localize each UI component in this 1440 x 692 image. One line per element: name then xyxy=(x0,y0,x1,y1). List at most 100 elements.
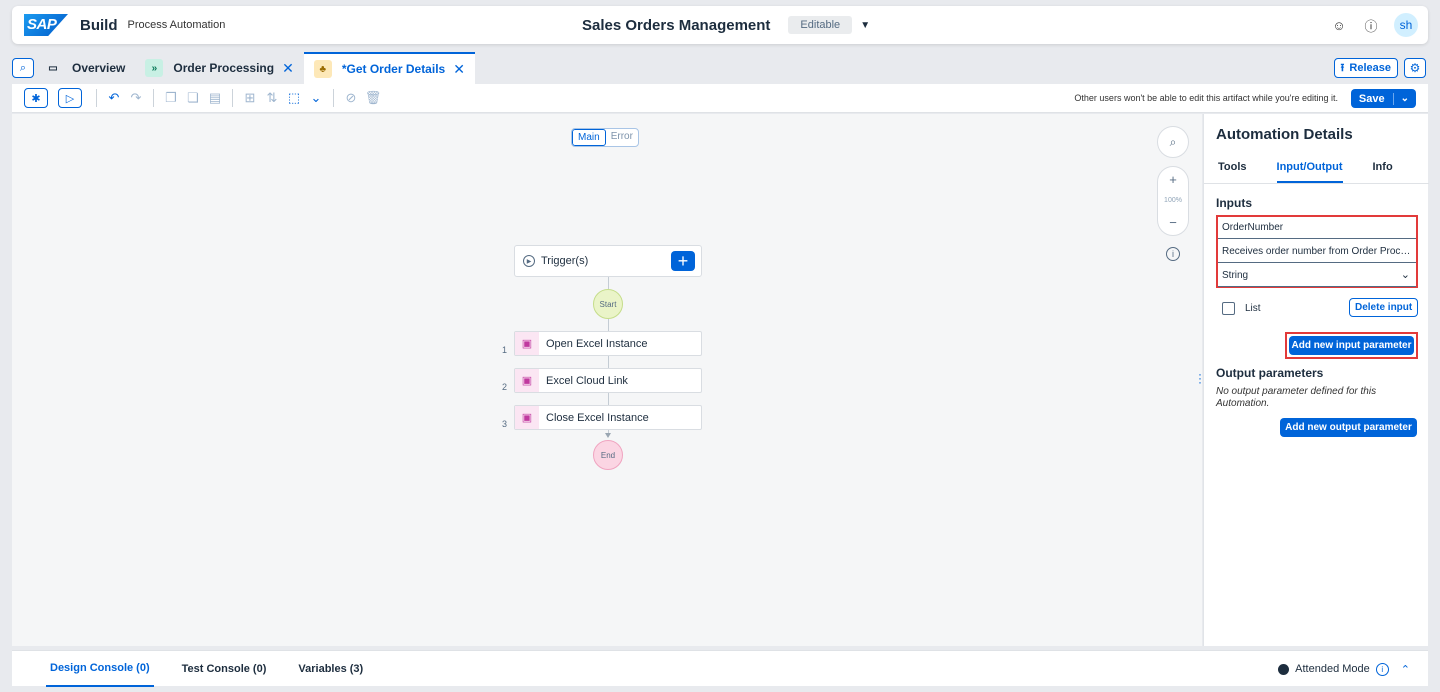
zoom-control: + 100% − xyxy=(1157,166,1189,236)
tab-order-processing[interactable]: » Order Processing ✕ xyxy=(135,52,303,84)
mode-main[interactable]: Main xyxy=(572,129,606,146)
tab-variables[interactable]: Variables (3) xyxy=(294,651,367,687)
chevron-down-icon[interactable]: ⌄ xyxy=(1394,93,1416,104)
redo-icon[interactable]: ↷ xyxy=(125,88,147,108)
clipboard-icon: ▣ xyxy=(515,406,539,429)
mode-error[interactable]: Error xyxy=(606,129,638,146)
step-excel-cloud-link[interactable]: ▣ Excel Cloud Link xyxy=(514,368,702,393)
shell-actions: ☺ ⓘ sh xyxy=(1330,6,1418,44)
canvas-search-button[interactable]: ⌕ xyxy=(1157,126,1189,158)
tab-tools[interactable]: Tools xyxy=(1218,154,1247,183)
trigger-node[interactable]: ▶ Trigger(s) + xyxy=(514,245,702,277)
artifact-tab-bar: ⌕ ▭ Overview » Order Processing ✕ ♣ *Get… xyxy=(12,52,1428,84)
divider xyxy=(153,89,154,107)
release-button[interactable]: ⭱ Release xyxy=(1333,58,1398,78)
sap-logo[interactable]: SAP xyxy=(24,14,68,36)
type-value: String xyxy=(1222,270,1249,281)
play-icon: ▷ xyxy=(65,92,75,105)
joule-assistant-icon[interactable]: ☺ xyxy=(1330,16,1348,34)
folder-icon: ▭ xyxy=(48,62,58,74)
run-button[interactable]: ▷ xyxy=(58,88,82,108)
list-checkbox-row: List xyxy=(1222,302,1261,315)
clipboard-icon: ▣ xyxy=(515,332,539,355)
brand-name: Build xyxy=(80,16,118,34)
tab-get-order-details[interactable]: ♣ *Get Order Details ✕ xyxy=(303,52,475,84)
close-icon[interactable]: ✕ xyxy=(282,60,294,77)
process-icon: » xyxy=(145,59,164,77)
duplicate-icon[interactable]: ❏ xyxy=(182,88,204,108)
select-area-icon[interactable]: ⬚ xyxy=(283,88,305,108)
search-icon: ⌕ xyxy=(1169,134,1177,149)
attended-mode: Attended Mode i ⌃ xyxy=(1278,651,1410,687)
connector xyxy=(608,319,609,331)
help-icon[interactable]: ⓘ xyxy=(1362,16,1380,34)
step-label: Close Excel Instance xyxy=(546,411,649,424)
tab-overview[interactable]: ▭ Overview xyxy=(34,52,135,84)
tab-design-console[interactable]: Design Console (0) xyxy=(46,651,154,687)
project-menu-caret-icon[interactable]: ▼ xyxy=(860,20,870,31)
input-description-field[interactable]: Receives order number from Order Process… xyxy=(1218,241,1416,263)
tab-input-output[interactable]: Input/Output xyxy=(1276,154,1343,183)
tab-label: Order Processing xyxy=(173,61,275,75)
flow-mode-switch: Main Error xyxy=(571,128,639,147)
step-number: 3 xyxy=(502,419,508,429)
undo-icon[interactable]: ↶ xyxy=(103,88,125,108)
add-trigger-button[interactable]: + xyxy=(671,251,695,271)
connector xyxy=(608,393,609,405)
trigger-label: Trigger(s) xyxy=(541,255,589,267)
tab-label: Overview xyxy=(72,61,126,75)
debug-button[interactable]: ✱ xyxy=(24,88,48,108)
add-group-icon[interactable]: ⊞ xyxy=(239,88,261,108)
inputs-heading: Inputs xyxy=(1216,196,1252,210)
panel-title: Automation Details xyxy=(1216,126,1353,143)
chevron-down-icon[interactable]: ⌄ xyxy=(305,88,327,108)
release-label: Release xyxy=(1349,62,1391,74)
product-name: Process Automation xyxy=(127,19,226,31)
avatar[interactable]: sh xyxy=(1394,13,1418,37)
copy-icon[interactable]: ❐ xyxy=(160,88,182,108)
delete-icon[interactable]: 🗑 xyxy=(362,88,384,108)
project-header: Sales Orders Management Editable ▼ xyxy=(582,6,870,44)
upload-icon: ⭱ xyxy=(1340,61,1345,74)
attended-label: Attended Mode xyxy=(1295,663,1370,675)
close-icon[interactable]: ✕ xyxy=(453,61,465,78)
info-icon[interactable]: i xyxy=(1166,247,1180,261)
list-label: List xyxy=(1245,303,1261,314)
add-input-parameter-button[interactable]: Add new input parameter xyxy=(1289,336,1414,355)
input-name-field[interactable]: OrderNumber xyxy=(1218,217,1416,239)
tab-info[interactable]: Info xyxy=(1373,154,1393,183)
bug-icon: ✱ xyxy=(31,92,41,105)
end-node: End xyxy=(593,440,623,470)
step-number: 1 xyxy=(502,345,508,355)
gear-icon: ⚙ xyxy=(1409,61,1421,75)
settings-button[interactable]: ⚙ xyxy=(1404,58,1426,78)
panel-resize-handle[interactable]: · · · xyxy=(1198,368,1202,388)
flow-canvas[interactable]: Main Error ⌕ + 100% − i ▶ Trigger(s) + S… xyxy=(12,114,1202,646)
list-checkbox[interactable] xyxy=(1222,302,1235,315)
step-open-excel-instance[interactable]: ▣ Open Excel Instance xyxy=(514,331,702,356)
sort-icon[interactable]: ⇅ xyxy=(261,88,283,108)
step-close-excel-instance[interactable]: ▣ Close Excel Instance xyxy=(514,405,702,430)
delete-input-button[interactable]: Delete input xyxy=(1349,298,1419,317)
shell-bar: SAP Build Process Automation Sales Order… xyxy=(12,6,1428,44)
zoom-in-icon[interactable]: + xyxy=(1169,172,1177,187)
output-empty-message: No output parameter defined for this Aut… xyxy=(1216,386,1377,409)
info-icon[interactable]: i xyxy=(1375,662,1389,676)
connector xyxy=(608,356,609,368)
input-type-select[interactable]: String ⌄ xyxy=(1218,265,1416,287)
divider xyxy=(232,89,233,107)
step-label: Open Excel Instance xyxy=(546,337,648,350)
connector xyxy=(608,277,609,289)
hide-icon[interactable]: ⊘ xyxy=(340,88,362,108)
tab-label: *Get Order Details xyxy=(341,62,446,76)
editor-toolbar: ✱ ▷ ↶ ↷ ❐ ❏ ▤ ⊞ ⇅ ⬚ ⌄ ⊘ 🗑 Other users wo… xyxy=(12,84,1428,113)
edit-lock-note: Other users won't be able to edit this a… xyxy=(1074,93,1338,103)
add-output-parameter-button[interactable]: Add new output parameter xyxy=(1280,418,1417,437)
zoom-out-icon[interactable]: − xyxy=(1169,215,1177,230)
paste-icon[interactable]: ▤ xyxy=(204,88,226,108)
panel-tabs: Tools Input/Output Info xyxy=(1204,154,1429,184)
chevron-up-icon[interactable]: ⌃ xyxy=(1401,663,1410,676)
save-button[interactable]: Save ⌄ xyxy=(1350,89,1416,108)
search-artifacts-icon[interactable]: ⌕ xyxy=(12,58,34,78)
tab-test-console[interactable]: Test Console (0) xyxy=(178,651,271,687)
